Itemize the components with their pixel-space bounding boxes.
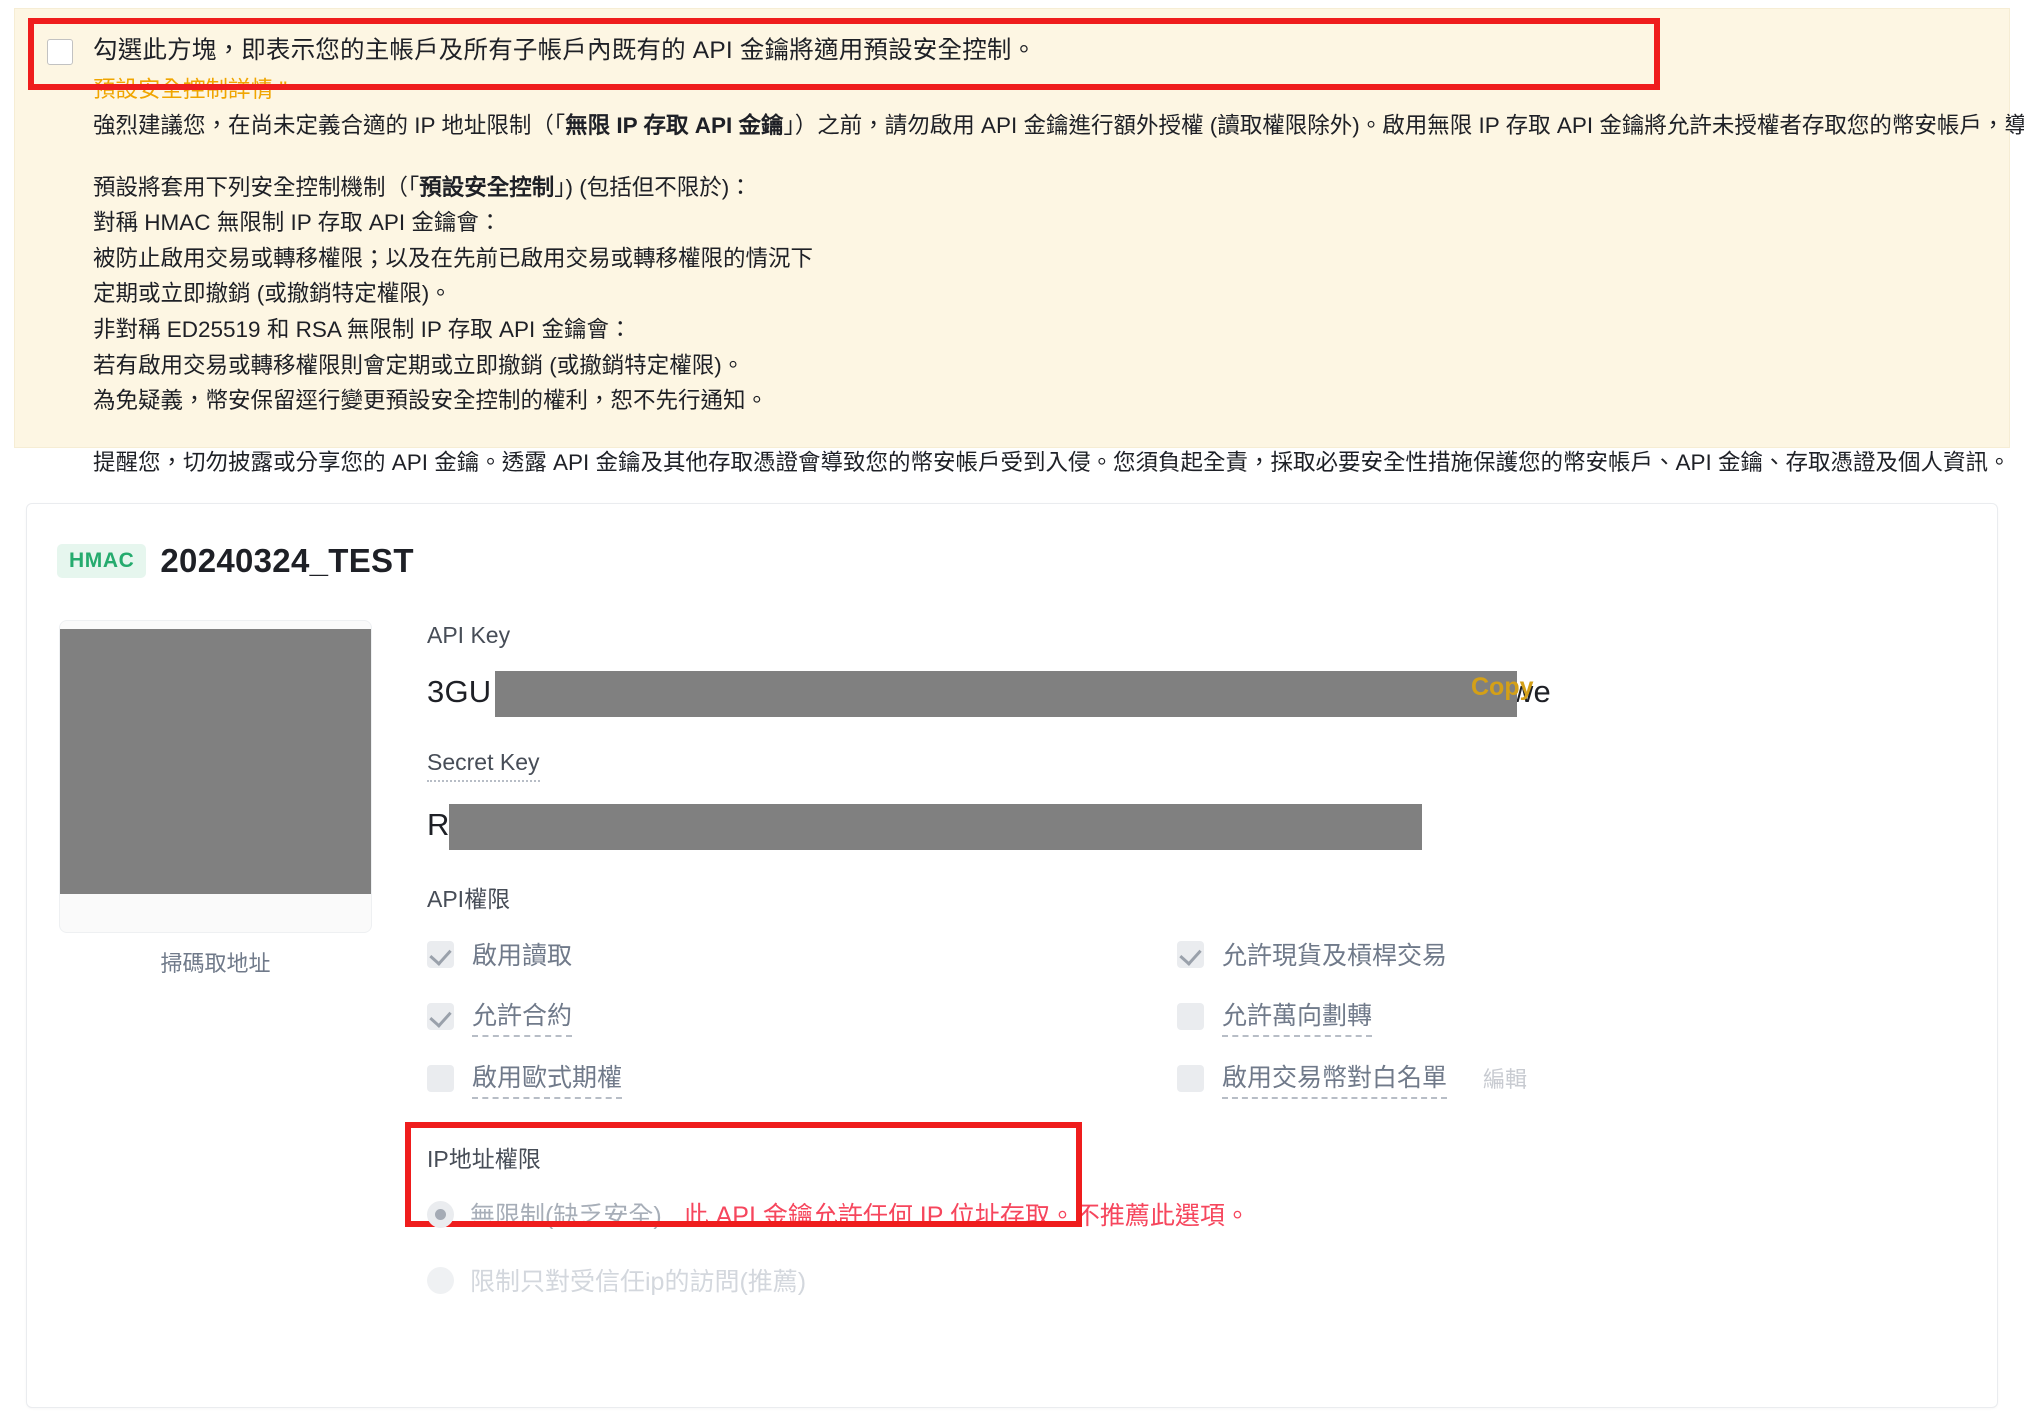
card-header: HMAC 20240324_TEST xyxy=(27,504,1997,580)
checkbox-icon[interactable] xyxy=(427,1064,454,1092)
api-key-prefix: 3GU xyxy=(427,674,492,709)
checkbox-icon[interactable] xyxy=(1177,940,1204,968)
permission-label: 允許現貨及槓桿交易 xyxy=(1222,942,1448,970)
edit-whitelist-link[interactable]: 編輯 xyxy=(1483,1062,1527,1094)
default-security-checkbox[interactable] xyxy=(47,39,73,65)
permission-symbol-whitelist[interactable]: 啟用交易幣對白名單 編輯 xyxy=(1177,1058,1997,1099)
secret-key-row: RXXXXXXXXXXXXXXXXXXXXXXXXXXXXXXXXXXXXXXX… xyxy=(427,798,1997,852)
warning-line-8: 為免疑義，幣安保留逕行變更預設安全控制的權利，恕不先行通知。 xyxy=(93,388,769,414)
radio-icon[interactable] xyxy=(427,1266,454,1294)
permissions-title: API權限 xyxy=(427,886,511,912)
secret-key-prefix: R xyxy=(427,807,450,842)
permission-spot-margin-trading[interactable]: 允許現貨及槓桿交易 xyxy=(1177,936,1997,972)
page-title: 20240324_TEST xyxy=(160,542,414,579)
permission-label: 允許合約 xyxy=(472,996,573,1037)
default-security-checkbox-label: 勾選此方塊，即表示您的主帳戶及所有子帳戶內既有的 API 金鑰將適用預設安全控制… xyxy=(93,37,1037,64)
warning-box: 勾選此方塊，即表示您的主帳戶及所有子帳戶內既有的 API 金鑰將適用預設安全控制… xyxy=(14,8,2024,475)
qr-caption: 掃碼取地址 xyxy=(160,951,271,976)
warning-line-7: 若有啟用交易或轉移權限則會定期或立即撤銷 (或撤銷特定權限)。 xyxy=(93,352,745,378)
fields-column: API Key 3GUXXXXXXXXXXXXXXXXXXXXXXXXXXXXX… xyxy=(372,620,1997,1328)
permissions-grid: 啟用讀取 允許現貨及槓桿交易 允許合約 允許萬向劃轉 啟用歐式期權 啟用交易幣對… xyxy=(427,936,1997,1099)
ip-unrestricted-warning: 此 API 金鑰允許任何 IP 位址存取。不推薦此選項。 xyxy=(683,1202,1250,1230)
ip-access-section: IP地址權限 無限制(缺乏安全) 此 API 金鑰允許任何 IP 位址存取。不推… xyxy=(405,1122,1997,1298)
permission-label: 啟用讀取 xyxy=(472,942,573,970)
permission-universal-transfer[interactable]: 允許萬向劃轉 xyxy=(1177,996,1997,1037)
ip-option-restricted[interactable]: 限制只對受信任ip的訪問(推薦) xyxy=(427,1262,1997,1298)
api-key-redaction xyxy=(495,671,1517,717)
ip-option-restricted-label: 限制只對受信任ip的訪問(推薦) xyxy=(470,1268,807,1296)
default-security-consent-row[interactable]: 勾選此方塊，即表示您的主帳戶及所有子帳戶內既有的 API 金鑰將適用預設安全控制… xyxy=(47,33,1981,69)
copy-api-key-button[interactable]: Copy xyxy=(1471,673,1534,702)
secret-key-redaction xyxy=(449,804,1422,850)
permission-enable-reading[interactable]: 啟用讀取 xyxy=(427,936,1177,972)
secret-key-label: Secret Key xyxy=(427,749,540,782)
ip-option-unrestricted-label: 無限制(缺乏安全) xyxy=(470,1202,662,1230)
qr-column: 掃碼取地址 xyxy=(59,620,372,1328)
checkbox-icon[interactable] xyxy=(1177,1064,1204,1092)
permission-futures[interactable]: 允許合約 xyxy=(427,996,1177,1037)
ip-access-title: IP地址權限 xyxy=(427,1146,541,1172)
radio-icon[interactable] xyxy=(427,1200,454,1228)
api-key-label: API Key xyxy=(427,622,511,648)
permission-label: 允許萬向劃轉 xyxy=(1222,996,1373,1037)
default-security-details-link[interactable]: 預設安全控制詳情 " xyxy=(93,73,1981,107)
qr-code-panel[interactable] xyxy=(59,620,372,933)
qr-code-redaction xyxy=(60,629,371,894)
warning-paragraph-last: 提醒您，切勿披露或分享您的 API 金鑰。透露 API 金鑰及其他存取憑證會導致… xyxy=(93,449,2011,475)
api-key-row: 3GUXXXXXXXXXXXXXXXXXXXXXXXXXXXXXXXXXXXXX… xyxy=(427,665,1997,719)
warning-paragraph-1: 強烈建議您，在尚未定義合適的 IP 地址限制（「無限 IP 存取 API 金鑰」… xyxy=(93,113,2024,139)
permission-label: 啟用歐式期權 xyxy=(472,1058,623,1099)
warning-line-2: 預設將套用下列安全控制機制（「預設安全控制」) (包括但不限於)： xyxy=(93,174,752,200)
security-warning-banner: 勾選此方塊，即表示您的主帳戶及所有子帳戶內既有的 API 金鑰將適用預設安全控制… xyxy=(14,8,2024,475)
ip-option-unrestricted[interactable]: 無限制(缺乏安全) 此 API 金鑰允許任何 IP 位址存取。不推薦此選項。 xyxy=(427,1196,1997,1232)
warning-line-5: 定期或立即撤銷 (或撤銷特定權限)。 xyxy=(93,281,452,307)
permission-european-options[interactable]: 啟用歐式期權 xyxy=(427,1058,1177,1099)
checkbox-icon[interactable] xyxy=(427,1002,454,1030)
checkbox-icon[interactable] xyxy=(427,940,454,968)
permission-label: 啟用交易幣對白名單 xyxy=(1222,1058,1448,1099)
checkbox-icon[interactable] xyxy=(1177,1002,1204,1030)
warning-line-6: 非對稱 ED25519 和 RSA 無限制 IP 存取 API 金鑰會： xyxy=(93,317,632,342)
warning-line-3: 對稱 HMAC 無限制 IP 存取 API 金鑰會： xyxy=(93,210,502,236)
api-key-card: HMAC 20240324_TEST 掃碼取地址 API Key 3GUXXXX… xyxy=(26,503,1998,1408)
hmac-badge: HMAC xyxy=(57,544,147,578)
warning-line-4: 被防止啟用交易或轉移權限；以及在先前已啟用交易或轉移權限的情況下 xyxy=(93,245,814,271)
